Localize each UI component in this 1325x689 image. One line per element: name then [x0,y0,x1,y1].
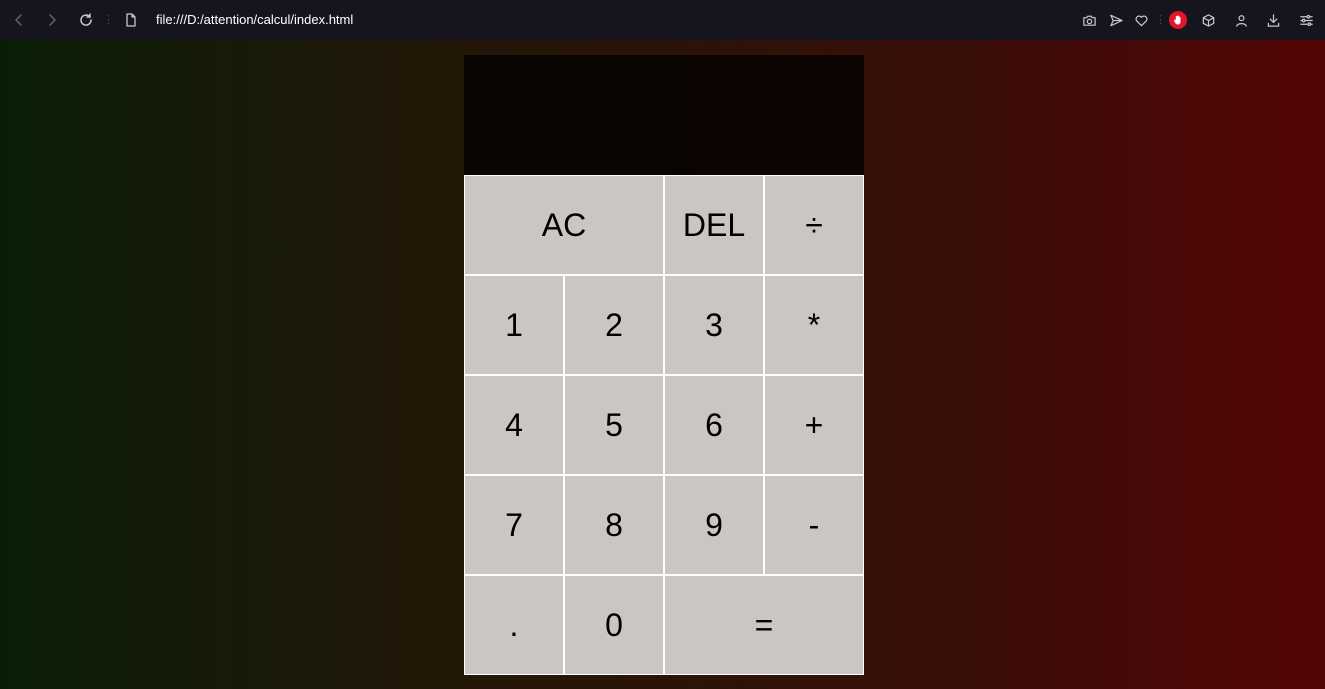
number-9-button[interactable]: 9 [664,475,764,575]
reload-icon[interactable] [76,10,96,30]
profile-icon[interactable] [1231,10,1251,30]
adblock-icon[interactable] [1169,11,1187,29]
heart-icon[interactable] [1131,10,1151,30]
file-icon[interactable] [121,10,141,30]
number-2-button[interactable]: 2 [564,275,664,375]
calculator-display [464,55,864,175]
number-0-button[interactable]: 0 [564,575,664,675]
forward-icon[interactable] [42,10,62,30]
settings-icon[interactable] [1296,10,1316,30]
download-icon[interactable] [1263,10,1283,30]
calculator-keypad: AC DEL ÷ 1 2 3 * 4 5 6 + 7 8 9 - . 0 = [464,175,864,675]
divide-button[interactable]: ÷ [764,175,864,275]
toolbar-separator: ⋮ [1155,13,1166,26]
number-5-button[interactable]: 5 [564,375,664,475]
previous-operand [474,65,854,91]
number-6-button[interactable]: 6 [664,375,764,475]
current-operand [474,91,854,137]
toolbar-separator: ⋮ [103,13,114,26]
number-8-button[interactable]: 8 [564,475,664,575]
back-icon[interactable] [9,10,29,30]
camera-icon[interactable] [1079,10,1099,30]
minus-button[interactable]: - [764,475,864,575]
number-3-button[interactable]: 3 [664,275,764,375]
send-icon[interactable] [1106,10,1126,30]
calculator: AC DEL ÷ 1 2 3 * 4 5 6 + 7 8 9 - . 0 = [464,55,864,675]
number-7-button[interactable]: 7 [464,475,564,575]
browser-toolbar: ⋮ file:///D:/attention/calcul/index.html… [0,0,1325,40]
number-4-button[interactable]: 4 [464,375,564,475]
page-background: AC DEL ÷ 1 2 3 * 4 5 6 + 7 8 9 - . 0 = [0,40,1325,689]
address-bar-url[interactable]: file:///D:/attention/calcul/index.html [156,11,353,29]
multiply-button[interactable]: * [764,275,864,375]
number-1-button[interactable]: 1 [464,275,564,375]
equals-button[interactable]: = [664,575,864,675]
delete-button[interactable]: DEL [664,175,764,275]
all-clear-button[interactable]: AC [464,175,664,275]
cube-icon[interactable] [1198,10,1218,30]
plus-button[interactable]: + [764,375,864,475]
decimal-button[interactable]: . [464,575,564,675]
